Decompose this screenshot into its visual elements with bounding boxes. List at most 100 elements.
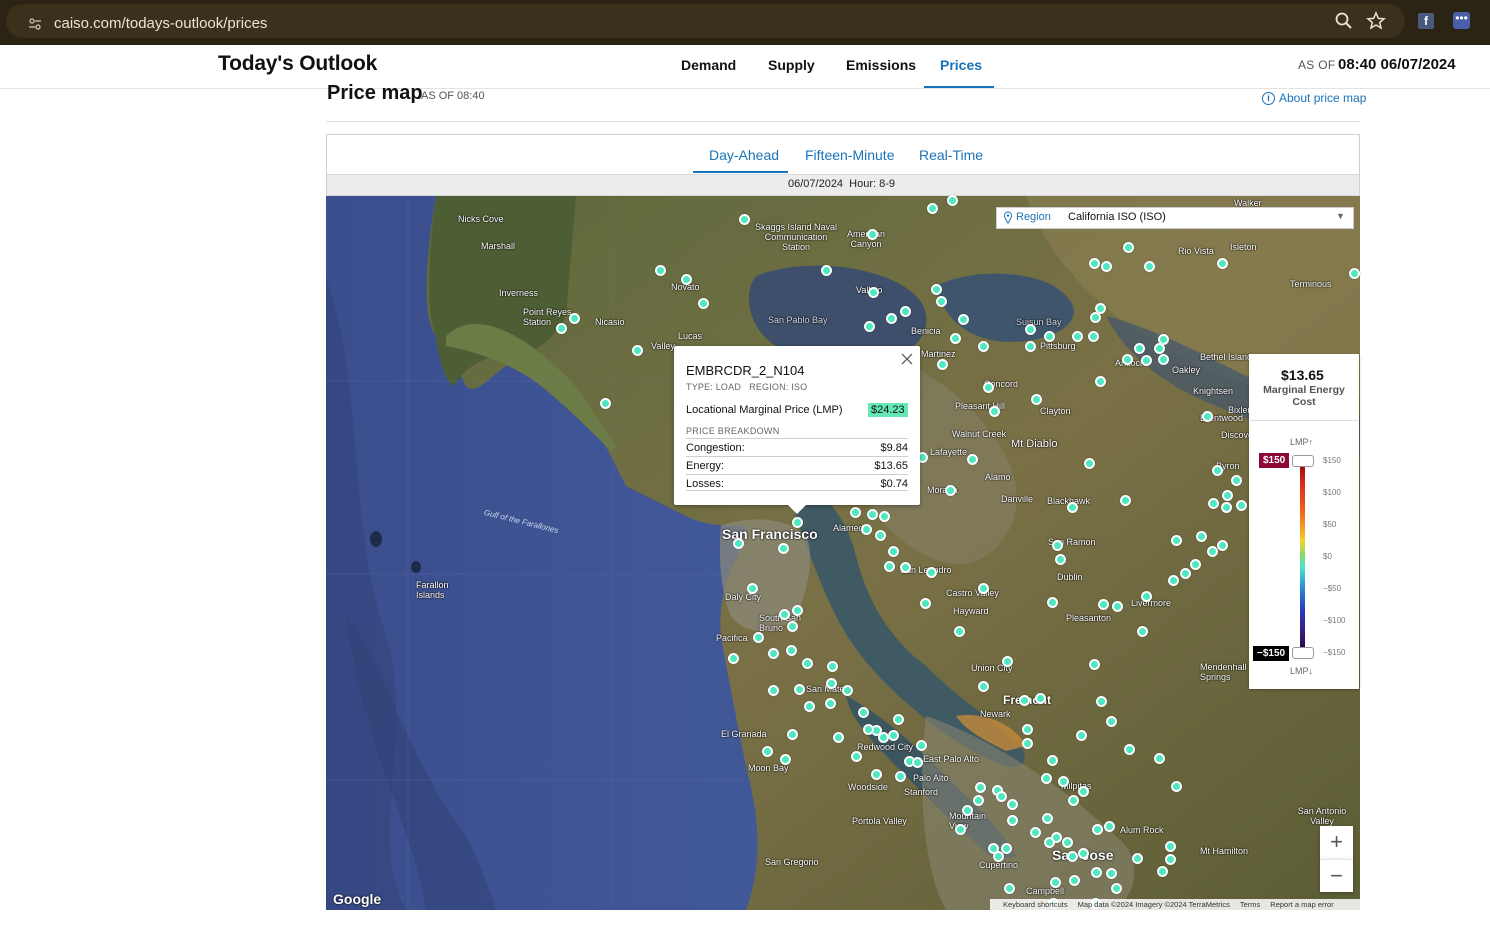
price-node-marker[interactable]	[1119, 494, 1131, 506]
price-node-marker[interactable]	[1003, 882, 1015, 894]
price-node-marker[interactable]	[935, 295, 947, 307]
price-node-marker[interactable]	[1189, 558, 1201, 570]
price-node-marker[interactable]	[1094, 375, 1106, 387]
price-node-marker[interactable]	[1170, 780, 1182, 792]
price-node-marker[interactable]	[761, 745, 773, 757]
price-node-marker[interactable]	[892, 713, 904, 725]
price-node-marker[interactable]	[1105, 867, 1117, 879]
price-node-marker[interactable]	[803, 700, 815, 712]
price-node-marker[interactable]	[778, 608, 790, 620]
report-error-link[interactable]: Report a map error	[1270, 900, 1333, 909]
price-node-marker[interactable]	[1089, 311, 1101, 323]
price-node-marker[interactable]	[825, 677, 837, 689]
price-node-marker[interactable]	[1216, 257, 1228, 269]
address-bar[interactable]: caiso.com/todays-outlook/prices	[6, 4, 1405, 38]
price-node-marker[interactable]	[1054, 553, 1066, 565]
price-node-marker[interactable]	[977, 582, 989, 594]
tab-real-time[interactable]: Real-Time	[919, 147, 983, 163]
price-node-marker[interactable]	[1083, 457, 1095, 469]
price-node-marker[interactable]	[1153, 752, 1165, 764]
price-node-marker[interactable]	[1040, 772, 1052, 784]
price-node-marker[interactable]	[930, 283, 942, 295]
price-node-marker[interactable]	[1164, 853, 1176, 865]
price-node-marker[interactable]	[857, 706, 869, 718]
facebook-extension-icon[interactable]: f	[1418, 13, 1434, 29]
price-node-marker[interactable]	[791, 604, 803, 616]
price-node-marker[interactable]	[936, 358, 948, 370]
price-node-marker[interactable]	[1111, 600, 1123, 612]
price-node-marker[interactable]	[1021, 737, 1033, 749]
price-node-marker[interactable]	[786, 620, 798, 632]
price-node-marker[interactable]	[654, 264, 666, 276]
price-node-marker[interactable]	[832, 731, 844, 743]
price-node-marker[interactable]	[1075, 729, 1087, 741]
price-node-marker[interactable]	[1105, 715, 1117, 727]
price-node-marker[interactable]	[824, 697, 836, 709]
price-node-marker[interactable]	[1164, 840, 1176, 852]
price-node-marker[interactable]	[568, 312, 580, 324]
price-node-marker[interactable]	[1057, 775, 1069, 787]
price-node-marker[interactable]	[863, 320, 875, 332]
price-node-marker[interactable]	[919, 597, 931, 609]
price-node-marker[interactable]	[732, 537, 744, 549]
price-node-marker[interactable]	[1110, 882, 1122, 894]
price-node-marker[interactable]	[874, 529, 886, 541]
price-node-marker[interactable]	[977, 680, 989, 692]
price-node-marker[interactable]	[1206, 545, 1218, 557]
price-node-marker[interactable]	[1077, 785, 1089, 797]
price-node-marker[interactable]	[944, 484, 956, 496]
keyboard-shortcuts-link[interactable]: Keyboard shortcuts	[1003, 900, 1068, 909]
price-node-marker[interactable]	[1097, 598, 1109, 610]
price-node-marker[interactable]	[988, 405, 1000, 417]
price-node-marker[interactable]	[752, 631, 764, 643]
price-node-marker[interactable]	[887, 729, 899, 741]
price-node-marker[interactable]	[1071, 330, 1083, 342]
price-node-marker[interactable]	[849, 506, 861, 518]
price-node-marker[interactable]	[777, 542, 789, 554]
price-node-marker[interactable]	[1090, 866, 1102, 878]
price-node-marker[interactable]	[862, 723, 874, 735]
price-node-marker[interactable]	[841, 684, 853, 696]
site-title[interactable]: Today's Outlook	[218, 52, 377, 76]
price-node-marker[interactable]	[911, 756, 923, 768]
price-node-marker[interactable]	[925, 566, 937, 578]
nav-supply[interactable]: Supply	[768, 57, 815, 73]
price-node-marker[interactable]	[1348, 267, 1360, 279]
price-node-marker[interactable]	[1095, 695, 1107, 707]
price-node-marker[interactable]	[1211, 464, 1223, 476]
price-node-marker[interactable]	[1207, 497, 1219, 509]
price-node-marker[interactable]	[1123, 743, 1135, 755]
price-node-marker[interactable]	[1235, 499, 1247, 511]
price-node-marker[interactable]	[1121, 353, 1133, 365]
price-node-marker[interactable]	[1143, 260, 1155, 272]
price-node-marker[interactable]	[1100, 260, 1112, 272]
price-map[interactable]	[326, 196, 1360, 910]
price-node-marker[interactable]	[992, 850, 1004, 862]
price-node-marker[interactable]	[1051, 539, 1063, 551]
price-node-marker[interactable]	[738, 213, 750, 225]
price-node-marker[interactable]	[1043, 836, 1055, 848]
price-node-marker[interactable]	[1122, 241, 1134, 253]
url-text[interactable]: caiso.com/todays-outlook/prices	[54, 15, 267, 32]
price-node-marker[interactable]	[860, 523, 872, 535]
scale-max-handle[interactable]	[1292, 455, 1314, 467]
zoom-out-button[interactable]: −	[1320, 859, 1353, 892]
price-node-marker[interactable]	[949, 332, 961, 344]
tab-fifteen-minute[interactable]: Fifteen-Minute	[805, 147, 894, 163]
tab-day-ahead[interactable]: Day-Ahead	[709, 147, 779, 163]
nav-prices[interactable]: Prices	[940, 57, 982, 73]
price-node-marker[interactable]	[1201, 410, 1213, 422]
price-node-marker[interactable]	[801, 657, 813, 669]
price-node-marker[interactable]	[1103, 820, 1115, 832]
price-node-marker[interactable]	[1067, 794, 1079, 806]
price-node-marker[interactable]	[1087, 330, 1099, 342]
scale-min-handle[interactable]	[1292, 647, 1314, 659]
price-node-marker[interactable]	[1157, 353, 1169, 365]
price-node-marker[interactable]	[746, 582, 758, 594]
price-node-marker[interactable]	[820, 264, 832, 276]
price-node-marker[interactable]	[1230, 474, 1242, 486]
price-node-marker[interactable]	[1034, 692, 1046, 704]
price-node-marker[interactable]	[785, 644, 797, 656]
site-settings-icon[interactable]	[28, 17, 42, 31]
region-value[interactable]: California ISO (ISO)	[1068, 211, 1166, 223]
